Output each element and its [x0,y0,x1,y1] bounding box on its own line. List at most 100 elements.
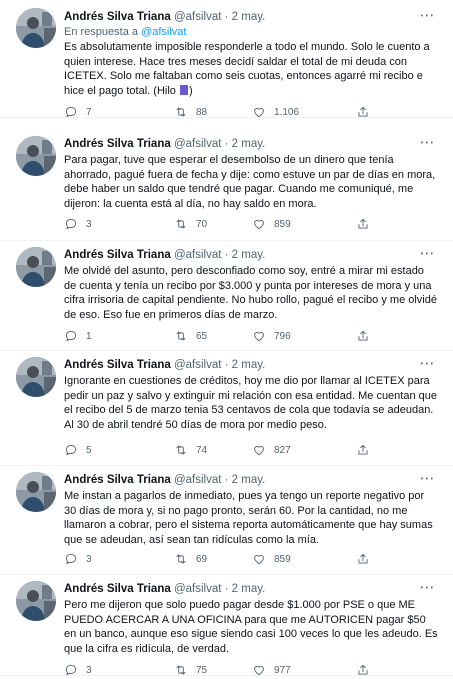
separator-dot: · [224,359,229,371]
tweet-date[interactable]: 2 may. [232,474,266,486]
share-button[interactable] [356,661,370,679]
retweet-button[interactable]: 69 [174,550,207,568]
reply-button[interactable]: 5 [64,441,92,459]
reply-button[interactable]: 1 [64,327,92,345]
avatar[interactable] [16,247,56,287]
reply-button[interactable]: 3 [64,215,92,233]
author-handle[interactable]: @afsilvat [174,474,221,486]
reply-button[interactable]: 3 [64,661,92,679]
tweet[interactable]: Andrés Silva Triana @afsilvat · 2 may. ⋯… [0,118,453,241]
retweet-button[interactable]: 65 [174,327,207,345]
retweet-button[interactable]: 70 [174,215,207,233]
separator-dot: · [224,138,229,150]
heart-icon [254,332,264,342]
tweet-thread: Andrés Silva Triana @afsilvat · 2 may. ⋯… [0,0,453,676]
author-handle[interactable]: @afsilvat [174,249,221,261]
author-name[interactable]: Andrés Silva Triana [64,11,171,23]
like-count: 977 [274,664,291,676]
tweet-header: Andrés Silva Triana @afsilvat · 2 may. [64,473,265,488]
retweet-button[interactable]: 75 [174,661,207,679]
like-button[interactable]: 977 [252,661,291,679]
reply-count: 1 [86,330,92,342]
like-button[interactable]: 827 [252,441,291,459]
more-options-icon[interactable]: ⋯ [415,6,439,26]
reply-count: 3 [86,553,92,565]
more-options-icon[interactable]: ⋯ [415,578,439,598]
purple-block-emoji [179,84,188,95]
author-name[interactable]: Andrés Silva Triana [64,359,171,371]
reply-handle-link[interactable]: @afsilvat [141,26,186,38]
separator-dot: · [224,474,229,486]
more-options-icon[interactable]: ⋯ [415,133,439,153]
more-options-icon[interactable]: ⋯ [415,244,439,264]
author-handle[interactable]: @afsilvat [174,138,221,150]
author-handle[interactable]: @afsilvat [174,359,221,371]
author-name[interactable]: Andrés Silva Triana [64,138,171,150]
like-button[interactable]: 859 [252,215,291,233]
avatar[interactable] [16,357,56,397]
share-icon [358,330,368,341]
author-name[interactable]: Andrés Silva Triana [64,249,171,261]
author-name[interactable]: Andrés Silva Triana [64,474,171,486]
share-icon [358,553,368,564]
share-button[interactable] [356,441,370,459]
author-name[interactable]: Andrés Silva Triana [64,583,171,595]
tweet-date[interactable]: 2 may. [232,583,266,595]
separator-dot: · [224,11,229,23]
tweet-date[interactable]: 2 may. [232,359,266,371]
retweet-icon [176,445,186,455]
tweet-date[interactable]: 2 may. [232,138,266,150]
tweet-actions: 5 74 827 [64,441,424,459]
retweet-icon [176,219,186,229]
like-count: 859 [274,553,291,565]
reply-button[interactable]: 3 [64,550,92,568]
reply-icon [65,330,77,342]
like-button[interactable]: 796 [252,327,291,345]
tweet-date[interactable]: 2 may. [232,249,266,261]
reply-count: 3 [86,664,92,676]
tweet-actions: 1 65 796 [64,327,424,345]
tweet-header: Andrés Silva Triana @afsilvat · 2 may. [64,10,265,25]
avatar[interactable] [16,136,56,176]
tweet[interactable]: Andrés Silva Triana @afsilvat · 2 may. ⋯… [0,0,453,118]
avatar[interactable] [16,472,56,512]
retweet-count: 88 [196,106,208,118]
more-options-icon[interactable]: ⋯ [415,354,439,374]
tweet-actions: 3 75 977 [64,661,424,679]
reply-prefix: En respuesta a [64,26,138,38]
author-handle[interactable]: @afsilvat [174,11,221,23]
tweet-text: Ignorante en cuestiones de créditos, hoy… [64,375,437,431]
tweet-header: Andrés Silva Triana @afsilvat · 2 may. [64,358,265,373]
heart-icon [254,220,264,230]
share-button[interactable] [356,327,370,345]
retweet-button[interactable]: 74 [174,441,207,459]
tweet[interactable]: Andrés Silva Triana @afsilvat · 2 may. ⋯… [0,466,453,575]
like-count: 827 [274,444,291,456]
retweet-count: 75 [196,664,208,676]
heart-icon [254,446,264,456]
retweet-icon [176,554,186,564]
share-icon [358,444,368,455]
like-count: 796 [274,330,291,342]
separator-dot: · [224,249,229,261]
reply-count: 3 [86,218,92,230]
share-icon [358,664,368,675]
tweet-date[interactable]: 2 may. [232,11,266,23]
tweet[interactable]: Andrés Silva Triana @afsilvat · 2 may. ⋯… [0,351,453,466]
like-button[interactable]: 859 [252,550,291,568]
like-count: 859 [274,218,291,230]
avatar[interactable] [16,581,56,621]
tweet-text-main: Es absolutamente imposible responderle a… [64,41,430,97]
author-handle[interactable]: @afsilvat [174,583,221,595]
share-button[interactable] [356,215,370,233]
tweet[interactable]: Andrés Silva Triana @afsilvat · 2 may. ⋯… [0,241,453,351]
more-options-icon[interactable]: ⋯ [415,469,439,489]
retweet-icon [176,665,186,675]
avatar[interactable] [16,8,56,48]
share-button[interactable] [356,550,370,568]
tweet[interactable]: Andrés Silva Triana @afsilvat · 2 may. ⋯… [0,575,453,676]
tweet-header: Andrés Silva Triana @afsilvat · 2 may. [64,248,265,263]
retweet-count: 65 [196,330,208,342]
reply-icon [65,553,77,565]
share-icon [358,106,368,117]
